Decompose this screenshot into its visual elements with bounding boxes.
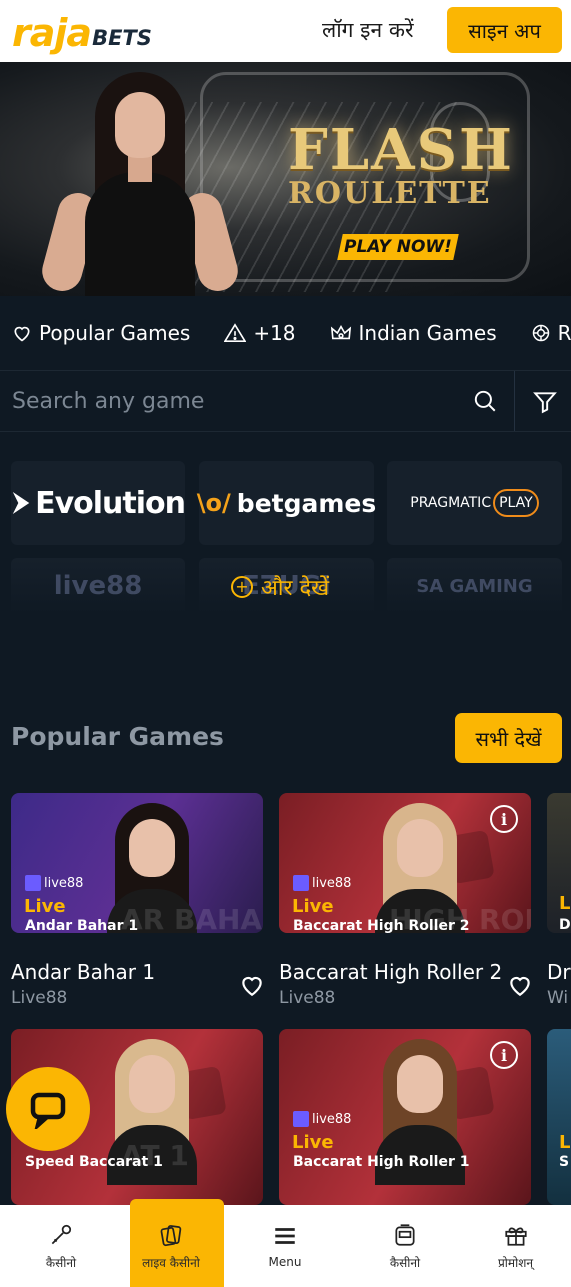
nav-live-casino[interactable]: लाइव कैसीनो: [122, 1199, 224, 1287]
top-header: raja BETS लॉग इन करें साइन अप: [0, 0, 571, 62]
game-card-andar-bahar-1[interactable]: AR BAHAR 1 live88 Live Andar Bahar 1: [11, 793, 263, 933]
game-provider-peek: Wi: [547, 988, 569, 1008]
gift-icon: [504, 1227, 527, 1246]
info-icon[interactable]: i: [490, 805, 518, 833]
live-badge: Live: [292, 1132, 334, 1153]
live88-logo: live88: [293, 875, 351, 891]
game-card-peek-2[interactable]: L S: [547, 1029, 571, 1205]
signup-button[interactable]: साइन अप: [447, 7, 562, 53]
live-chat-button[interactable]: [6, 1067, 90, 1151]
roulette-icon: [532, 324, 549, 342]
tab-indian-games[interactable]: Indian Games: [330, 321, 497, 345]
card-game-name: Baccarat High Roller 2: [293, 918, 470, 933]
favorite-heart-icon[interactable]: [239, 972, 265, 998]
heart-icon: [14, 326, 30, 342]
slot-machine-icon: [395, 1223, 415, 1246]
live-badge: Live: [24, 896, 66, 917]
live-badge: Live: [292, 896, 334, 917]
provider-live88-faded: live88: [11, 558, 185, 614]
crown-icon: [330, 324, 351, 340]
live88-mark-icon: [293, 875, 309, 891]
tab-roulette[interactable]: Roul: [531, 321, 571, 345]
logo-bets: BETS: [92, 26, 152, 50]
tab-popular-games[interactable]: Popular Games: [12, 321, 190, 345]
search-bar: [0, 370, 571, 432]
search-divider: [514, 371, 515, 431]
nav-menu[interactable]: Menu: [220, 1205, 350, 1287]
live88-logo: live88: [293, 1111, 351, 1127]
banner-title: FLASH: [288, 117, 514, 183]
bottom-navigation: कैसीनो लाइव कैसीनो Menu कैसीनो प्रोमोशन्: [0, 1199, 571, 1287]
filter-icon[interactable]: [532, 389, 558, 415]
card-watermark: AR BAHAR 1: [121, 903, 263, 933]
card-game-name: Andar Bahar 1: [25, 918, 139, 933]
game-card-peek[interactable]: L D: [547, 793, 571, 933]
rajabets-logo[interactable]: raja BETS: [12, 12, 152, 52]
view-all-button[interactable]: सभी देखें: [455, 713, 562, 763]
play-now-button[interactable]: PLAY NOW!: [337, 234, 459, 260]
game-card-baccarat-high-roller-1[interactable]: i live88 Live Baccarat High Roller 1: [279, 1029, 531, 1205]
popular-games-title: Popular Games: [11, 722, 224, 751]
card-game-name: Baccarat High Roller 1: [293, 1154, 470, 1170]
game-title[interactable]: Baccarat High Roller 2: [279, 960, 502, 984]
nav-promotions[interactable]: प्रोमोशन्: [460, 1205, 571, 1287]
game-title[interactable]: Andar Bahar 1: [11, 960, 155, 984]
chat-bubble-icon: [30, 1092, 66, 1129]
favorite-heart-icon[interactable]: [507, 972, 533, 998]
slots-icon: [51, 1224, 72, 1244]
game-title-peek[interactable]: Dra: [547, 960, 571, 984]
live88-logo: live88: [25, 875, 83, 891]
game-card-baccarat-high-roller-2[interactable]: HIGH ROLLER 2 i live88 Live Baccarat Hig…: [279, 793, 531, 933]
search-icon[interactable]: [472, 388, 498, 414]
evolution-logo-icon: [12, 492, 30, 514]
logo-raja: raja: [12, 11, 92, 55]
tab-adult[interactable]: +18: [224, 321, 296, 345]
provider-sa-gaming-faded: SA GAMING: [387, 558, 562, 614]
info-icon[interactable]: i: [490, 1041, 518, 1069]
live-cards-icon: [160, 1224, 182, 1246]
betgames-logo-icon: \o/: [196, 489, 231, 517]
see-more-providers-button[interactable]: + और देखें: [231, 572, 329, 602]
banner-dealer-image: [37, 62, 243, 296]
game-provider: Live88: [279, 988, 336, 1008]
login-button[interactable]: लॉग इन करें: [322, 16, 414, 44]
warning-icon: [224, 323, 247, 342]
provider-betgames[interactable]: \o/ betgames: [196, 461, 376, 545]
banner-subtitle: ROULETTE: [288, 176, 492, 211]
game-provider: Live88: [11, 988, 68, 1008]
menu-icon: [275, 1228, 295, 1244]
nav-casino[interactable]: कैसीनो: [0, 1205, 122, 1287]
nav-casino-slots[interactable]: कैसीनो: [350, 1205, 460, 1287]
provider-pragmatic-play[interactable]: PRAGMATIC PLAY: [387, 461, 562, 545]
search-input[interactable]: [0, 371, 510, 431]
category-tabs: Popular Games +18 Indian Games Roul: [0, 300, 571, 366]
plus-circle-icon: +: [231, 576, 253, 598]
live88-mark-icon: [293, 1111, 309, 1127]
live88-mark-icon: [25, 875, 41, 891]
promo-banner[interactable]: FLASH ROULETTE PLAY NOW! ‹ ›: [0, 62, 571, 296]
provider-evolution[interactable]: Evolution: [11, 461, 186, 545]
card-game-name: Speed Baccarat 1: [25, 1154, 163, 1170]
